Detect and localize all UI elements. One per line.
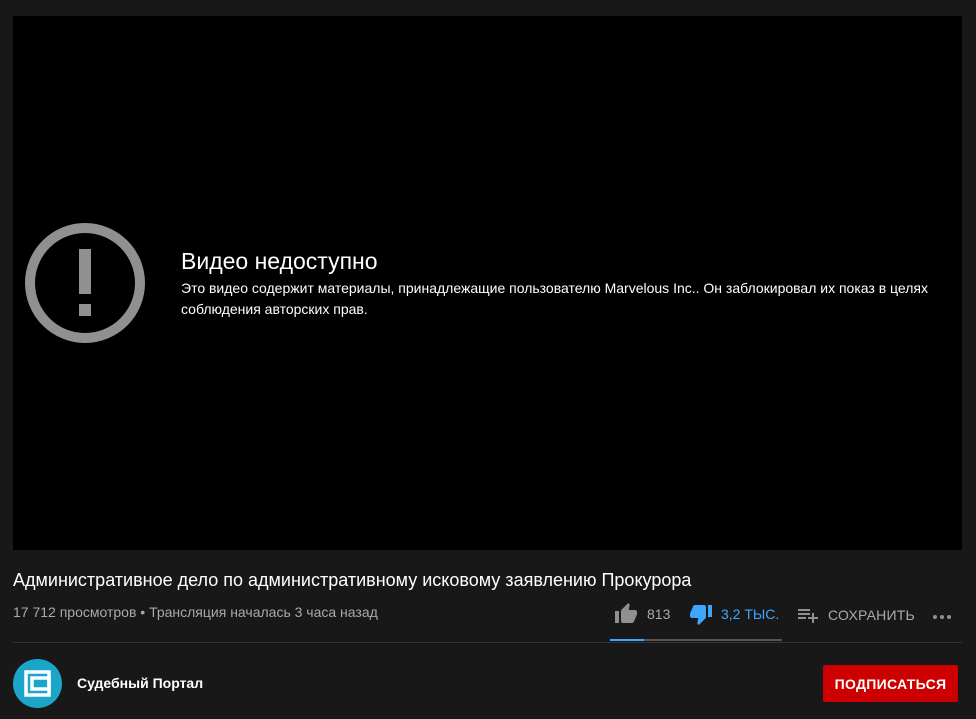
divider [13,642,962,643]
more-horizontal-icon[interactable] [930,605,954,629]
dislike-count: 3,2 ТЫС. [721,606,780,622]
video-player[interactable]: Видео недоступно Это видео содержит мате… [13,16,962,550]
channel-name[interactable]: Судебный Портал [77,675,203,691]
sentiment-bar-fill [610,639,645,641]
channel-logo-icon [24,670,51,697]
save-label: СОХРАНИТЬ [828,607,915,623]
like-button[interactable]: 813 [614,602,670,626]
video-title: Административное дело по административно… [13,570,692,590]
dislike-button[interactable]: 3,2 ТЫС. [689,602,779,626]
save-button[interactable]: СОХРАНИТЬ [796,603,915,627]
like-count: 813 [647,606,671,622]
thumb-down-icon [690,605,712,625]
thumb-up-icon [615,603,637,623]
error-title: Видео недоступно [181,248,378,274]
exclamation-circle-icon [25,223,145,343]
subscribe-button[interactable]: ПОДПИСАТЬСЯ [823,665,958,702]
error-message: Это видео содержит материалы, принадлежа… [181,280,928,317]
channel-avatar[interactable] [13,659,62,708]
sentiment-bar [610,639,782,641]
video-meta: 17 712 просмотров • Трансляция началась … [13,604,378,620]
playlist-add-icon [798,609,818,623]
